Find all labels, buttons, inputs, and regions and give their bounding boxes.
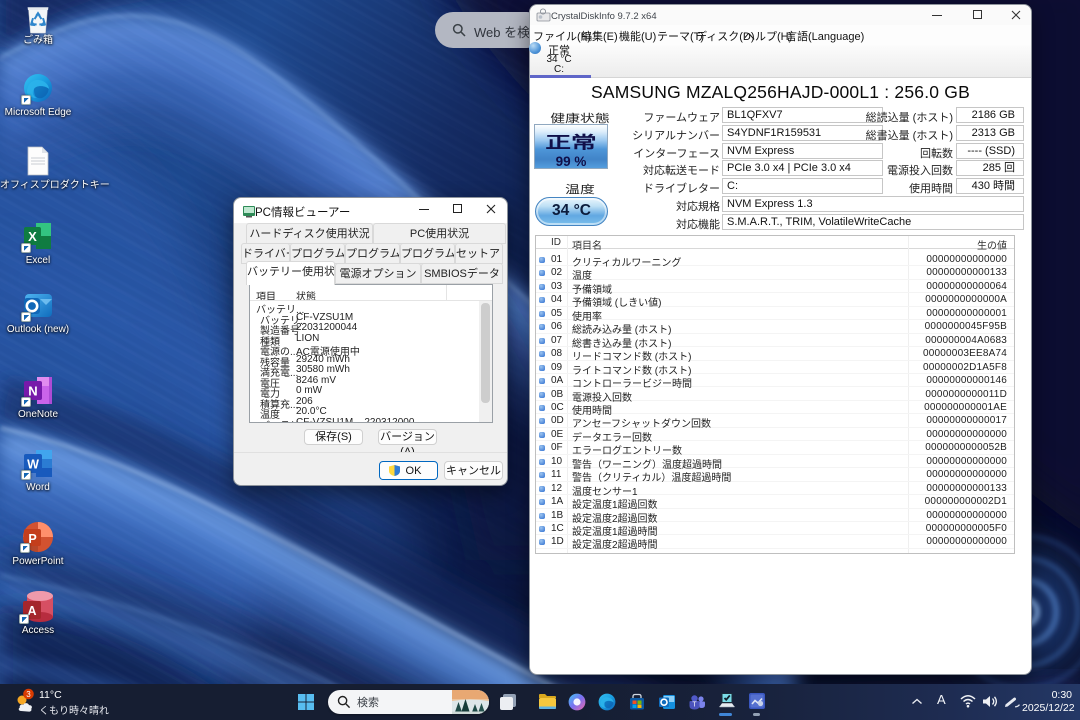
svg-text:T: T	[692, 702, 697, 709]
svg-text:3: 3	[26, 690, 31, 699]
svg-text:X: X	[28, 229, 37, 244]
